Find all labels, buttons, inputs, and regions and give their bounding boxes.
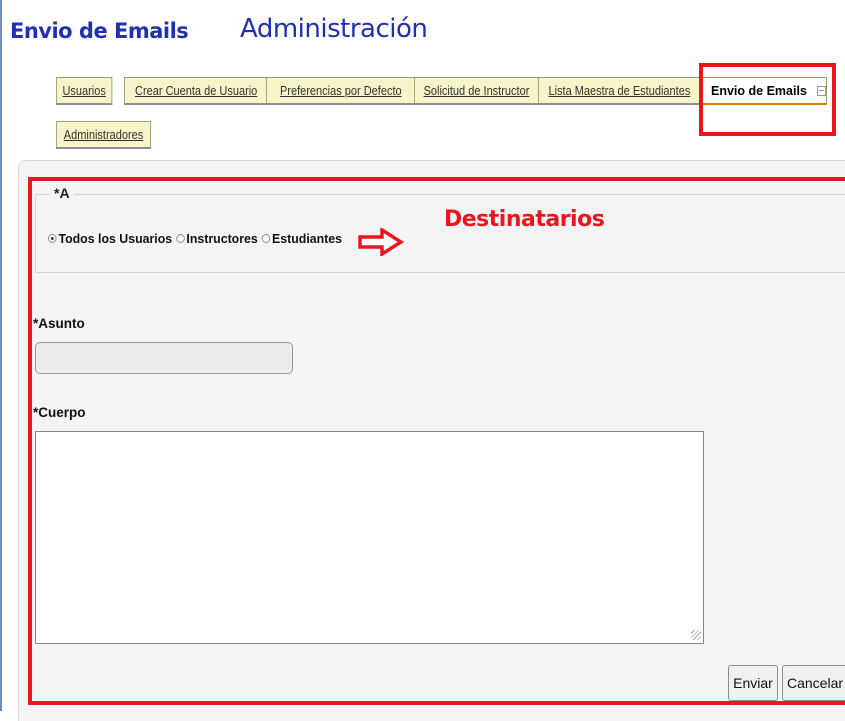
tab-usuarios[interactable]: Usuarios: [56, 77, 113, 105]
tab-label: Preferencias por Defecto: [279, 83, 402, 98]
section-title: Administración: [240, 14, 428, 44]
tab-label: Administradores: [63, 127, 144, 142]
tab-label: Lista Maestra de Estudiantes: [548, 83, 691, 98]
tab-administradores[interactable]: Administradores: [56, 121, 152, 149]
tab-preferencias[interactable]: Preferencias por Defecto: [266, 77, 416, 105]
tab-label: Solicitud de Instructor: [423, 83, 530, 98]
tab-label: Crear Cuenta de Usuario: [135, 83, 258, 98]
tab-crear-cuenta[interactable]: Crear Cuenta de Usuario: [124, 77, 269, 105]
window-frame-left: [0, 0, 2, 711]
highlight-form: [28, 177, 845, 705]
page-title: Envio de Emails: [10, 19, 189, 43]
tab-label: Usuarios: [62, 83, 106, 98]
highlight-active-tab: [699, 63, 836, 136]
tab-lista-maestra[interactable]: Lista Maestra de Estudiantes: [538, 77, 701, 105]
tab-solicitud-instructor[interactable]: Solicitud de Instructor: [414, 77, 539, 105]
